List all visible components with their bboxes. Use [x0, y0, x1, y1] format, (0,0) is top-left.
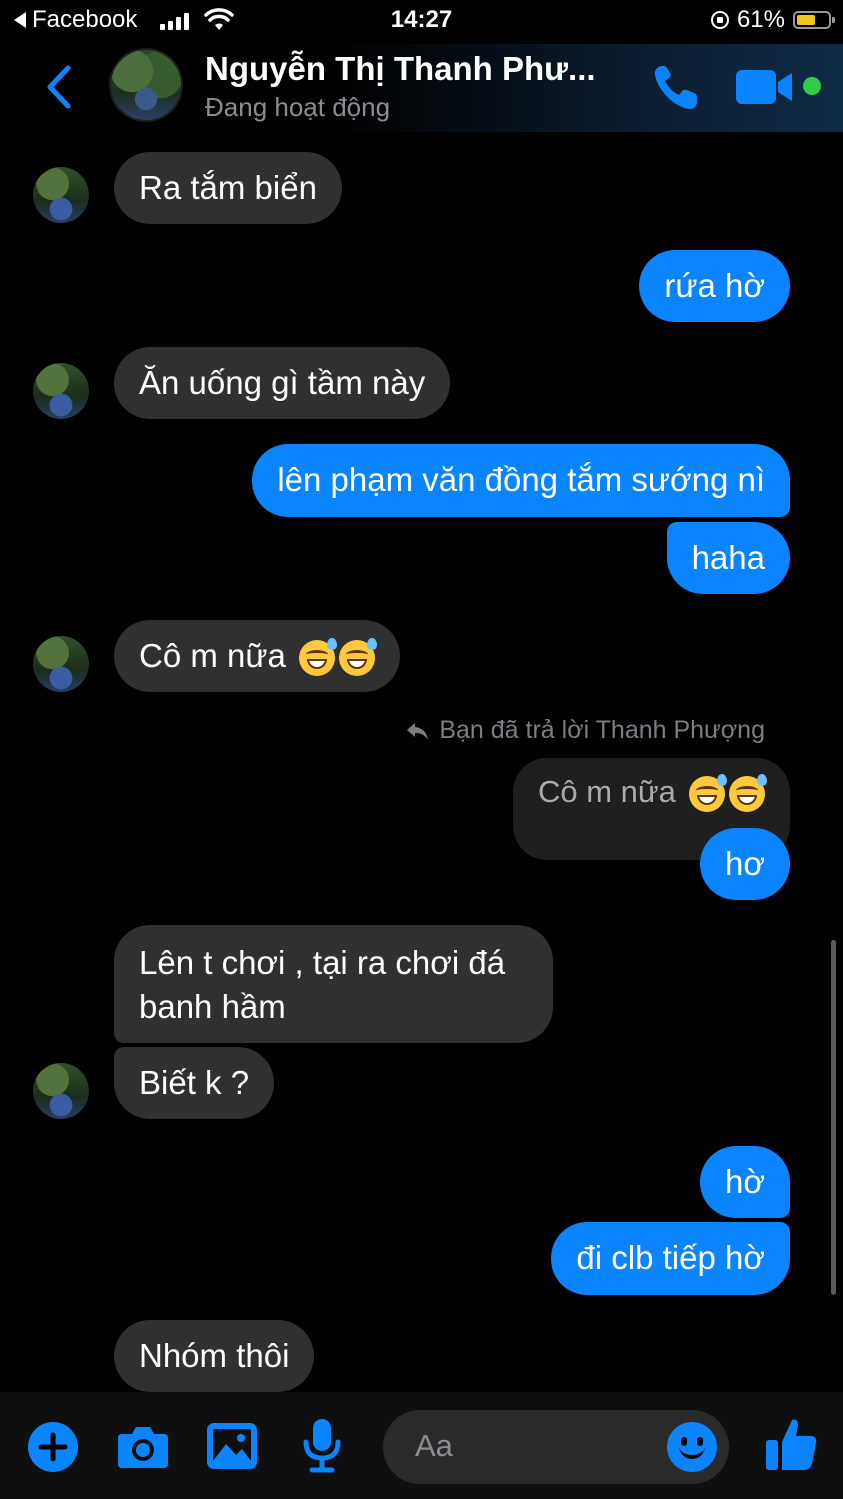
contact-avatar[interactable] [109, 48, 183, 122]
message-incoming[interactable]: Cô m nữa [114, 620, 400, 692]
orientation-lock-icon [710, 11, 729, 29]
reply-note: Bạn đã trả lời Thanh Phượng [405, 716, 765, 745]
back-chevron-icon[interactable] [40, 62, 80, 112]
sweat-smile-emoji-icon [728, 773, 767, 812]
message-outgoing[interactable]: haha [666, 522, 790, 594]
image-icon[interactable] [206, 1422, 258, 1470]
camera-icon[interactable] [116, 1424, 170, 1470]
reply-note-text: Bạn đã trả lời Thanh Phượng [439, 716, 765, 744]
message-incoming[interactable]: Ra tắm biển [114, 152, 342, 224]
message-input[interactable]: Aa [383, 1410, 729, 1484]
video-camera-icon[interactable] [736, 68, 796, 106]
emoji-icon[interactable] [667, 1422, 717, 1472]
plus-icon[interactable] [27, 1421, 79, 1473]
sender-avatar[interactable] [33, 636, 89, 692]
message-outgoing[interactable]: hơ [700, 828, 790, 900]
contact-name[interactable]: Nguyễn Thị Thanh Phư... [205, 50, 596, 88]
message-text: Cô m nữa [139, 637, 286, 674]
sweat-smile-emoji-icon [338, 638, 377, 677]
reply-arrow-icon [407, 722, 429, 740]
battery-icon [793, 11, 835, 29]
chat-header: Nguyễn Thị Thanh Phư... Đang hoạt động [0, 44, 843, 132]
message-outgoing[interactable]: đi clb tiếp hờ [551, 1222, 790, 1295]
message-outgoing[interactable]: lên phạm văn đồng tắm sướng nì [252, 444, 790, 517]
phone-icon[interactable] [650, 62, 702, 114]
message-line: banh hầm [139, 988, 286, 1025]
sweat-smile-emoji-icon [688, 773, 727, 812]
quoted-text: Cô m nữa [538, 774, 676, 809]
thumbs-up-icon[interactable] [764, 1416, 818, 1472]
message-input-placeholder: Aa [415, 1428, 453, 1463]
message-line: Lên t chơi , tại ra chơi đá [139, 944, 506, 981]
status-bar: Facebook 14:27 61% [0, 0, 843, 44]
sweat-smile-emoji-icon [298, 638, 337, 677]
sender-avatar[interactable] [33, 363, 89, 419]
message-incoming[interactable]: Nhóm thôi [114, 1320, 315, 1392]
message-incoming[interactable]: Lên t chơi , tại ra chơi đá banh hầm [114, 925, 553, 1043]
message-outgoing[interactable]: hờ [700, 1146, 790, 1218]
active-status: Đang hoạt động [205, 92, 391, 122]
battery-percent: 61% [736, 6, 785, 33]
online-indicator [803, 77, 821, 95]
microphone-icon[interactable] [302, 1418, 342, 1474]
message-incoming[interactable]: Ăn uống gì tầm này [114, 347, 451, 419]
sender-avatar[interactable] [33, 1063, 89, 1119]
sender-avatar[interactable] [33, 167, 89, 223]
composer-bar: Aa [0, 1392, 843, 1499]
message-incoming[interactable]: Biết k ? [114, 1047, 275, 1119]
scrollbar[interactable] [831, 940, 836, 1295]
message-outgoing[interactable]: rứa hờ [639, 250, 790, 322]
